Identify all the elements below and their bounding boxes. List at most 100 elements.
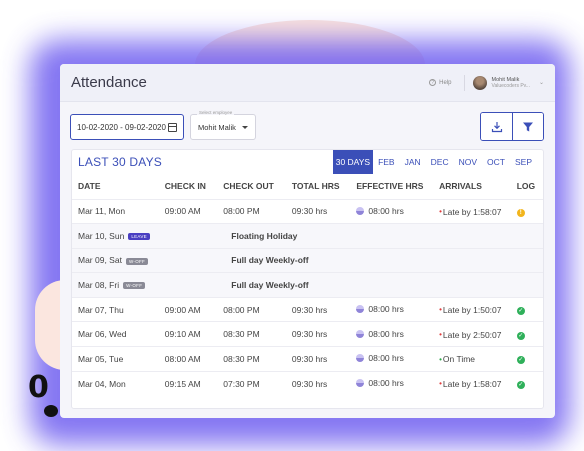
check-circle-icon[interactable]: ✓ bbox=[516, 356, 525, 365]
day-status-text: Full day Weekly-off bbox=[231, 255, 309, 266]
column-header-check-out: CHECK OUT bbox=[223, 181, 274, 192]
check-in-cell: 09:10 AM bbox=[164, 321, 224, 347]
arrival-cell: • On Time bbox=[439, 346, 517, 372]
table-row[interactable]: Mar 07, Thu 09:00 AM 08:00 PM 09:30 hrs 08:0… bbox=[72, 296, 543, 322]
status-badge: W-OFF bbox=[123, 282, 146, 290]
date-cell: Mar 09, Sat W-OFF bbox=[72, 247, 165, 273]
user-org: Valuecoders Pv... bbox=[491, 82, 530, 89]
late-dot-icon: • bbox=[439, 379, 442, 389]
span-cell: Full day Weekly-off bbox=[223, 247, 543, 273]
effective-hrs: 08:00 hrs bbox=[356, 205, 404, 216]
clock-icon bbox=[356, 354, 365, 363]
late-dot-icon: • bbox=[439, 207, 442, 217]
log-cell: ✓ bbox=[516, 346, 543, 372]
empty-cell bbox=[164, 247, 224, 273]
date-cell: Mar 11, Mon bbox=[72, 198, 165, 224]
tab-sep[interactable]: SEP bbox=[510, 150, 537, 174]
chevron-down-icon: ⌄ bbox=[538, 80, 544, 86]
effective-hrs-text: 08:00 hrs bbox=[368, 205, 404, 216]
column-header-check-in: CHECK IN bbox=[164, 181, 206, 192]
user-menu[interactable]: Mohit Malik Valuecoders Pv... ⌄ bbox=[472, 75, 544, 90]
total-hrs-cell: 09:30 hrs bbox=[291, 296, 357, 322]
filter-button[interactable] bbox=[512, 113, 543, 140]
employee-select-label: Select employee bbox=[197, 110, 235, 115]
download-button[interactable] bbox=[481, 113, 512, 140]
total-hrs-cell: 09:30 hrs bbox=[291, 370, 357, 396]
status-badge: W-OFF bbox=[125, 257, 149, 265]
date-text: Mar 05, Tue bbox=[78, 353, 124, 364]
effective-hrs-cell: 08:00 hrs bbox=[356, 321, 440, 347]
tab-30-days[interactable]: 30 DAYS bbox=[332, 150, 374, 174]
column-header-arrivals: ARRIVALS bbox=[439, 181, 482, 192]
date-text: Mar 06, Wed bbox=[78, 329, 127, 340]
arrival-cell: • Late by 1:58:07 bbox=[439, 370, 517, 396]
table-row[interactable]: Mar 10, Sun LEAVE Floating Holiday bbox=[72, 223, 543, 249]
employee-select[interactable]: Select employee Mohit Malik bbox=[190, 110, 256, 140]
total-hrs-cell: 09:30 hrs bbox=[291, 198, 357, 224]
help-icon: ? bbox=[429, 79, 437, 86]
help-link[interactable]: ? Help bbox=[429, 79, 452, 86]
panel-header: LAST 30 DAYS 30 DAYS FEB JAN DEC NOV OCT SEP bbox=[72, 150, 543, 174]
check-out-cell: 08:00 PM bbox=[223, 198, 292, 224]
top-bar: Attendance ? Help Mohit Malik Valuecoder… bbox=[60, 64, 555, 102]
late-dot-icon: • bbox=[439, 305, 442, 315]
check-circle-icon[interactable]: ✓ bbox=[516, 381, 525, 390]
arrival-text: Late by 2:50:07 bbox=[442, 329, 502, 340]
column-header-log: LOG bbox=[516, 181, 536, 192]
effective-hrs: 08:00 hrs bbox=[356, 329, 404, 339]
clock-icon bbox=[356, 305, 365, 314]
tab-nov[interactable]: NOV bbox=[454, 150, 482, 174]
help-label: Help bbox=[439, 79, 452, 86]
column-header-total-hrs: TOTAL HRS bbox=[291, 181, 340, 192]
warning-icon[interactable]: ! bbox=[516, 208, 525, 217]
caret-down-icon bbox=[242, 125, 248, 129]
table-row[interactable]: Mar 09, Sat W-OFF Full day Weekly-off bbox=[72, 247, 543, 273]
ontime-dot-icon: • bbox=[439, 354, 442, 364]
filter-icon bbox=[523, 122, 533, 131]
clock-icon bbox=[356, 329, 365, 338]
table-row[interactable]: Mar 05, Tue 08:00 AM 08:30 PM 09:30 hrs 08:0… bbox=[72, 346, 543, 372]
table-header-row: DATE CHECK IN CHECK OUT TOTAL HRS EFFECTIVE … bbox=[72, 174, 543, 199]
effective-hrs: 08:00 hrs bbox=[356, 378, 404, 388]
date-cell: Mar 04, Mon bbox=[72, 370, 165, 396]
attendance-window: Attendance ? Help Mohit Malik Valuecoder… bbox=[60, 64, 555, 418]
date-range-picker[interactable]: 10-02-2020 - 09-02-2020 bbox=[70, 114, 184, 140]
check-out-cell: 08:30 PM bbox=[223, 321, 292, 347]
avatar bbox=[472, 75, 487, 90]
date-range-value: 10-02-2020 - 09-02-2020 bbox=[77, 122, 166, 132]
total-hrs-cell: 09:30 hrs bbox=[291, 346, 357, 372]
effective-hrs: 08:00 hrs bbox=[356, 304, 404, 314]
check-out-cell: 07:30 PM bbox=[223, 370, 292, 396]
tab-jan[interactable]: JAN bbox=[400, 150, 426, 174]
arrival-text: On Time bbox=[442, 354, 476, 365]
tab-oct[interactable]: OCT bbox=[482, 150, 510, 174]
divider bbox=[463, 74, 465, 91]
check-in-cell: 09:15 AM bbox=[164, 370, 224, 396]
date-text: Mar 04, Mon bbox=[78, 378, 126, 389]
check-out-cell: 08:00 PM bbox=[223, 296, 292, 322]
table-row[interactable]: Mar 06, Wed 09:10 AM 08:30 PM 09:30 hrs 08:0… bbox=[72, 321, 543, 347]
date-cell: Mar 07, Thu bbox=[72, 296, 165, 322]
arrival-status: • Late by 1:58:07 bbox=[439, 207, 501, 217]
arrival-status: • Late by 1:58:07 bbox=[439, 379, 501, 389]
date-text: Mar 10, Sun bbox=[78, 230, 125, 241]
effective-hrs-cell: 08:00 hrs bbox=[356, 198, 440, 224]
effective-hrs-cell: 08:00 hrs bbox=[356, 296, 440, 322]
column-header-effective-hrs: EFFECTIVE HRS bbox=[356, 181, 424, 192]
arrival-status: • Late by 2:50:07 bbox=[439, 330, 501, 340]
table-row[interactable]: Mar 04, Mon 09:15 AM 07:30 PM 09:30 hrs 08:0… bbox=[72, 370, 543, 396]
period-tabs: 30 DAYS FEB JAN DEC NOV OCT SEP bbox=[332, 150, 537, 174]
calendar-icon bbox=[168, 122, 177, 132]
tab-feb[interactable]: FEB bbox=[373, 150, 400, 174]
check-in-cell: 08:00 AM bbox=[164, 346, 224, 372]
total-hrs-cell: 09:30 hrs bbox=[291, 321, 357, 347]
table-row[interactable]: Mar 11, Mon 09:00 AM 08:00 PM 09:30 hrs 08:0… bbox=[72, 198, 543, 224]
tab-dec[interactable]: DEC bbox=[426, 150, 454, 174]
log-cell: ✓ bbox=[516, 370, 543, 396]
table-row[interactable]: Mar 08, Fri W-OFF Full day Weekly-off bbox=[72, 272, 543, 298]
check-circle-icon[interactable]: ✓ bbox=[516, 307, 525, 316]
check-circle-icon[interactable]: ✓ bbox=[516, 331, 525, 340]
empty-cell bbox=[164, 272, 224, 298]
check-in-cell: 09:00 AM bbox=[164, 198, 224, 224]
action-buttons bbox=[480, 112, 544, 141]
